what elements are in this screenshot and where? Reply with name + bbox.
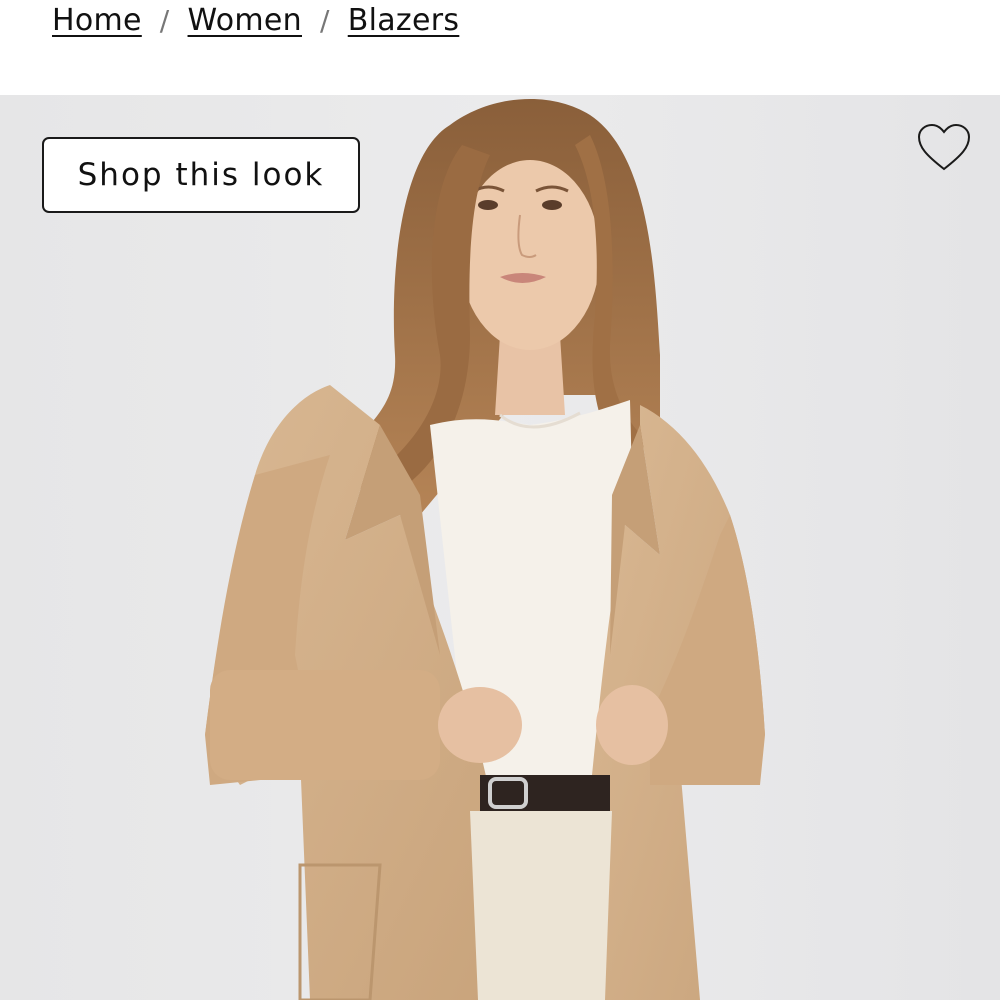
- shop-this-look-button[interactable]: Shop this look: [42, 137, 360, 213]
- breadcrumb-home-link[interactable]: Home: [52, 3, 142, 38]
- model-photo: [0, 95, 1000, 1000]
- heart-outline-icon[interactable]: [916, 123, 972, 173]
- breadcrumb-blazers-link[interactable]: Blazers: [348, 3, 460, 38]
- breadcrumb: Home / Women / Blazers: [52, 0, 459, 40]
- product-image[interactable]: Shop this look: [0, 95, 1000, 1000]
- breadcrumb-women-link[interactable]: Women: [188, 3, 302, 38]
- product-page: Home / Women / Blazers Shop this look: [0, 0, 1000, 1000]
- breadcrumb-separator: /: [320, 3, 330, 37]
- breadcrumb-separator: /: [159, 3, 170, 37]
